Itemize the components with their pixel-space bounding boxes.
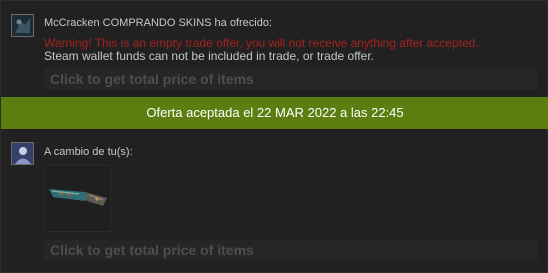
total-price-button-bottom[interactable]: Click to get total price of items <box>44 239 538 261</box>
return-header: A cambio de tu(s): <box>44 146 133 158</box>
sender-avatar-image <box>12 15 33 36</box>
sender-header: McCracken COMPRANDO SKINS ha ofrecido: <box>44 17 273 29</box>
sender-avatar[interactable] <box>11 14 34 37</box>
trade-item-slot[interactable] <box>44 165 111 232</box>
trade-offer-panel: McCracken COMPRANDO SKINS ha ofrecido: W… <box>0 0 548 273</box>
my-avatar[interactable] <box>11 142 34 165</box>
wallet-funds-note: Steam wallet funds can not be included i… <box>44 49 374 63</box>
knife-skin-icon <box>49 189 107 206</box>
my-avatar-image <box>12 143 33 164</box>
empty-offer-warning: Warning! This is an empty trade offer, y… <box>44 36 479 50</box>
offer-accepted-banner: Oferta aceptada el 22 MAR 2022 a las 22:… <box>1 97 548 129</box>
total-price-button-top[interactable]: Click to get total price of items <box>44 68 538 90</box>
